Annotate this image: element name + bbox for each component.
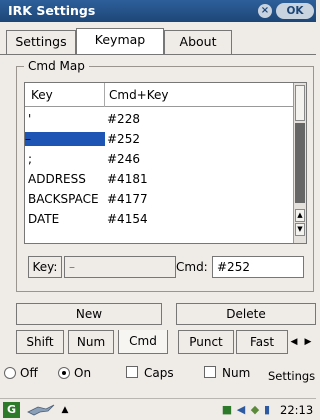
on-label: On (74, 366, 92, 380)
row-cmd: #4177 (107, 192, 148, 206)
list-item[interactable]: BACKSPACE #4177 (25, 189, 295, 209)
caps-label: Caps (144, 366, 174, 380)
cmd-map-legend: Cmd Map (24, 59, 89, 73)
list-item-selected[interactable]: – #252 (25, 129, 295, 149)
cmd-label: Cmd: (176, 260, 208, 274)
scroll-up-icon[interactable]: ▲ (295, 209, 305, 222)
list-item[interactable]: ' #228 (25, 109, 295, 129)
on-radio[interactable] (58, 367, 70, 379)
row-key: ' (28, 112, 32, 126)
tab-keymap[interactable]: Keymap (76, 28, 164, 54)
row-cmd: #228 (107, 112, 140, 126)
window-title: IRK Settings (8, 3, 96, 18)
taskbar: G ▲ ■ ◀ ◆ ▮ 22:13 (0, 398, 316, 420)
num-label: Num (222, 366, 251, 380)
tab-about[interactable]: About (164, 30, 232, 54)
ok-button[interactable]: OK (276, 3, 314, 19)
row-key: DATE (28, 212, 60, 226)
row-cmd: #4154 (107, 212, 148, 226)
off-radio[interactable] (4, 367, 16, 379)
list-item[interactable]: ADDRESS #4181 (25, 169, 295, 189)
row-cmd: #246 (107, 152, 140, 166)
delete-button[interactable]: Delete (176, 303, 316, 325)
menu-up-icon[interactable]: ▲ (58, 403, 72, 417)
list-item[interactable]: ; #246 (25, 149, 295, 169)
list-header: Key Cmd+Key (25, 83, 295, 107)
tab-divider (0, 54, 316, 55)
status-diamond-icon[interactable]: ◆ (248, 403, 262, 417)
list-item[interactable]: DATE #4154 (25, 209, 295, 229)
row-cmd: #4181 (107, 172, 148, 186)
row-cmd: #252 (107, 132, 140, 146)
tab-fast[interactable]: Fast (236, 330, 288, 354)
app-swallow-icon[interactable] (26, 403, 56, 417)
off-label: Off (20, 366, 38, 380)
scroll-track[interactable] (295, 123, 305, 203)
row-key: ; (28, 152, 33, 166)
key-button[interactable]: Key: (28, 256, 62, 278)
battery-icon[interactable]: ▮ (262, 403, 272, 417)
column-header-key[interactable]: Key (31, 88, 53, 102)
tab-shift[interactable]: Shift (16, 330, 64, 354)
cmd-field[interactable]: #252 (212, 256, 304, 278)
network-icon[interactable]: ■ (220, 403, 234, 417)
caps-checkbox[interactable] (126, 366, 138, 378)
tab-num[interactable]: Num (68, 330, 114, 354)
key-edit-row: Key: – Cmd: #252 (24, 252, 307, 280)
volume-icon[interactable]: ◀ (234, 403, 248, 417)
clock: 22:13 (280, 403, 314, 417)
column-separator (104, 83, 105, 107)
tab-scroll-left-icon[interactable]: ◀ (288, 332, 300, 352)
tab-scroll-right-icon[interactable]: ▶ (302, 332, 314, 352)
start-menu-icon[interactable]: G (3, 402, 20, 418)
close-icon[interactable]: × (258, 4, 272, 18)
tab-cmd[interactable]: Cmd (118, 330, 168, 354)
radio-dot-icon (62, 371, 66, 375)
scroll-thumb[interactable] (295, 85, 305, 121)
new-button[interactable]: New (16, 303, 162, 325)
num-checkbox[interactable] (204, 366, 216, 378)
column-header-cmd-key[interactable]: Cmd+Key (109, 88, 169, 102)
scroll-down-icon[interactable]: ▼ (295, 223, 305, 236)
tab-settings[interactable]: Settings (6, 30, 76, 54)
settings-button[interactable]: Settings (268, 369, 315, 383)
row-key: – (25, 132, 105, 146)
title-bar: IRK Settings × OK (0, 0, 316, 22)
row-key: ADDRESS (28, 172, 86, 186)
key-field[interactable]: – (64, 256, 176, 278)
list-scrollbar[interactable]: ▲ ▼ (293, 83, 306, 243)
tab-punct[interactable]: Punct (178, 330, 234, 354)
row-key: BACKSPACE (28, 192, 99, 206)
cmd-map-list[interactable]: Key Cmd+Key ' #228 – #252 ; #246 ADDRESS… (24, 82, 307, 244)
